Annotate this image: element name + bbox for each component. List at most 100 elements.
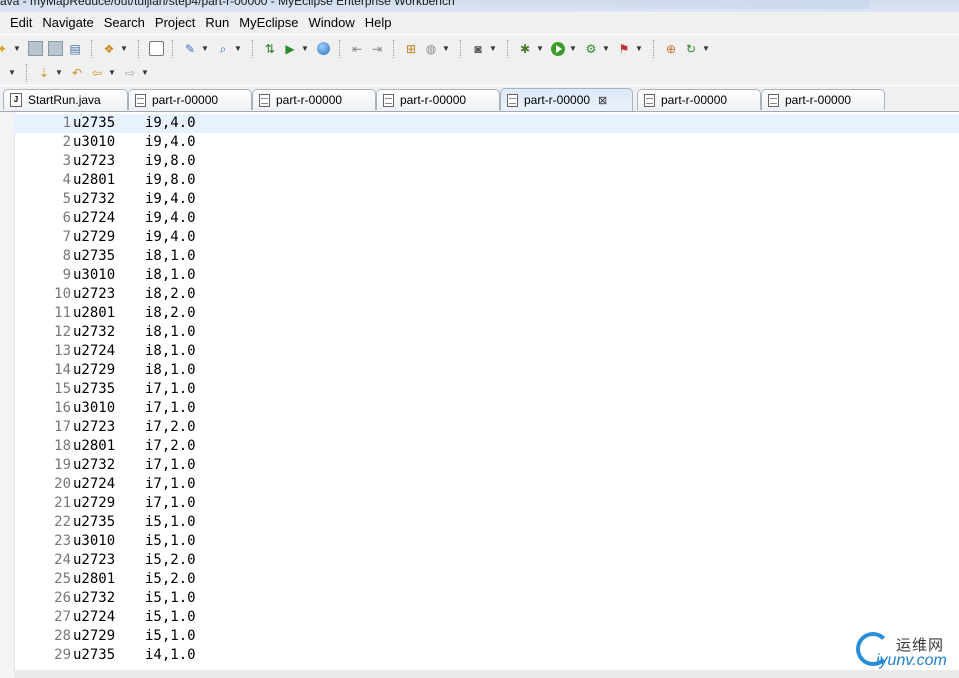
item-score-text: i7,2.0 (145, 438, 196, 454)
menu-help[interactable]: Help (361, 12, 398, 34)
tab-part-r-00000[interactable]: part-r-00000 (761, 89, 885, 110)
run-server-icon[interactable]: ▶ (282, 41, 298, 57)
globe-icon[interactable] (315, 41, 331, 57)
tab-label: part-r-00000 (524, 93, 591, 107)
editor-line[interactable]: 23 u3010 i5,1.0 (14, 532, 959, 551)
menu-window[interactable]: Window (305, 12, 361, 34)
chevron-down-icon[interactable]: ▼ (108, 68, 116, 77)
debug-icon[interactable]: ✱ (517, 41, 533, 57)
back-history-icon[interactable]: ⇤ (349, 41, 365, 57)
editor-line[interactable]: 26 u2732 i5,1.0 (14, 589, 959, 608)
menu-run[interactable]: Run (201, 12, 235, 34)
editor-line[interactable]: 10 u2723 i8,2.0 (14, 285, 959, 304)
line-number: 21 (54, 495, 71, 511)
run-config-icon[interactable]: ⚙ (583, 41, 599, 57)
editor-line[interactable]: 7 u2729 i9,4.0 (14, 228, 959, 247)
editor-line[interactable]: 28 u2729 i5,1.0 (14, 627, 959, 646)
editor-line[interactable]: 19 u2732 i7,1.0 (14, 456, 959, 475)
editor-line[interactable]: 1 u2735 i9,4.0 (14, 114, 959, 133)
tab-part-r-00000-active[interactable]: part-r-00000 ⊠ (500, 88, 633, 111)
save-icon[interactable] (27, 41, 43, 57)
chevron-down-icon[interactable]: ▼ (489, 44, 497, 53)
next-annotation-icon[interactable]: ⇣ (36, 65, 52, 81)
text-file-icon (259, 93, 270, 107)
browser-icon[interactable]: ◍ (423, 41, 439, 57)
tab-part-r-00000[interactable]: part-r-00000 (128, 89, 252, 110)
print-icon[interactable]: ▤ (67, 41, 83, 57)
editor-line[interactable]: 25 u2801 i5,2.0 (14, 570, 959, 589)
run-icon[interactable] (550, 41, 566, 57)
editor-line[interactable]: 29 u2735 i4,1.0 (14, 646, 959, 665)
forward-history-icon[interactable]: ⇥ (369, 41, 385, 57)
close-icon[interactable]: ⊠ (598, 94, 607, 107)
item-score-text: i5,1.0 (145, 590, 196, 606)
server-icon[interactable] (148, 41, 164, 57)
editor-line[interactable]: 24 u2723 i5,2.0 (14, 551, 959, 570)
user-id-text: u2724 (73, 476, 116, 492)
search-icon[interactable]: ⌕ (215, 41, 231, 57)
open-type-icon[interactable]: ✎ (182, 41, 198, 57)
line-number: 9 (62, 267, 71, 283)
editor-line[interactable]: 13 u2724 i8,1.0 (14, 342, 959, 361)
editor-line[interactable]: 8 u2735 i8,1.0 (14, 247, 959, 266)
line-number: 29 (54, 647, 71, 663)
chevron-down-icon[interactable]: ▼ (301, 44, 309, 53)
menu-edit[interactable]: Edit (0, 12, 38, 34)
chevron-down-icon[interactable]: ▼ (55, 68, 63, 77)
editor-line[interactable]: 17 u2723 i7,2.0 (14, 418, 959, 437)
editor-line[interactable]: 4 u2801 i9,8.0 (14, 171, 959, 190)
editor-line[interactable]: 12 u2732 i8,1.0 (14, 323, 959, 342)
external-tools-icon[interactable]: ⚑ (616, 41, 632, 57)
chevron-down-icon[interactable]: ▼ (201, 44, 209, 53)
tab-startrun-java[interactable]: J StartRun.java (3, 89, 128, 110)
chevron-down-icon[interactable]: ▼ (536, 44, 544, 53)
tab-part-r-00000[interactable]: part-r-00000 (637, 89, 761, 110)
chevron-down-icon[interactable]: ▼ (702, 44, 710, 53)
editor-line[interactable]: 11 u2801 i8,2.0 (14, 304, 959, 323)
chevron-down-icon[interactable]: ▼ (569, 44, 577, 53)
editor-line[interactable]: 27 u2724 i5,1.0 (14, 608, 959, 627)
menu-project[interactable]: Project (151, 12, 201, 34)
horizontal-scrollbar[interactable] (14, 670, 959, 678)
editor-line[interactable]: 3 u2723 i9,8.0 (14, 152, 959, 171)
menu-navigate[interactable]: Navigate (38, 12, 99, 34)
editor-line[interactable]: 14 u2729 i8,1.0 (14, 361, 959, 380)
new-class-icon[interactable]: ⊞ (403, 41, 419, 57)
item-score-text: i8,1.0 (145, 324, 196, 340)
editor-line[interactable]: 21 u2729 i7,1.0 (14, 494, 959, 513)
chevron-down-icon[interactable]: ▼ (13, 44, 21, 53)
tab-part-r-00000[interactable]: part-r-00000 (376, 89, 500, 110)
forward-icon[interactable]: ⇨ (122, 65, 138, 81)
menu-search[interactable]: Search (100, 12, 151, 34)
chevron-down-icon[interactable]: ▼ (141, 68, 149, 77)
editor-line[interactable]: 5 u2732 i9,4.0 (14, 190, 959, 209)
package-icon[interactable]: ⊕ (663, 41, 679, 57)
editor-line[interactable]: 20 u2724 i7,1.0 (14, 475, 959, 494)
editor-line[interactable]: 22 u2735 i5,1.0 (14, 513, 959, 532)
chevron-down-icon[interactable]: ▼ (635, 44, 643, 53)
chevron-down-icon[interactable]: ▼ (602, 44, 610, 53)
item-score-text: i5,1.0 (145, 533, 196, 549)
chevron-down-icon[interactable]: ▼ (442, 44, 450, 53)
text-editor[interactable]: 1 u2735 i9,4.0 2 u3010 i9,4.0 3 u2723 i9,8.0 4 u28… (0, 112, 959, 678)
text-file-icon (768, 93, 779, 107)
editor-line[interactable]: 9 u3010 i8,1.0 (14, 266, 959, 285)
new-icon[interactable]: ✦ (0, 41, 10, 57)
editor-line[interactable]: 16 u3010 i7,1.0 (14, 399, 959, 418)
save-all-icon[interactable] (47, 41, 63, 57)
editor-line[interactable]: 18 u2801 i7,2.0 (14, 437, 959, 456)
back-icon[interactable]: ⇦ (89, 65, 105, 81)
menu-myeclipse[interactable]: MyEclipse (235, 12, 304, 34)
editor-line[interactable]: 15 u2735 i7,1.0 (14, 380, 959, 399)
refresh-icon[interactable]: ↻ (683, 41, 699, 57)
new-project-icon[interactable]: ❖ (101, 41, 117, 57)
deploy-icon[interactable]: ⇅ (262, 41, 278, 57)
last-edit-icon[interactable]: ↶ (69, 65, 85, 81)
chevron-down-icon[interactable]: ▼ (120, 44, 128, 53)
chevron-down-icon[interactable]: ▼ (234, 44, 242, 53)
editor-line[interactable]: 2 u3010 i9,4.0 (14, 133, 959, 152)
chevron-down-icon[interactable]: ▼ (8, 68, 16, 77)
tab-part-r-00000[interactable]: part-r-00000 (252, 89, 376, 110)
editor-line[interactable]: 6 u2724 i9,4.0 (14, 209, 959, 228)
camera-icon[interactable]: ◙ (470, 41, 486, 57)
